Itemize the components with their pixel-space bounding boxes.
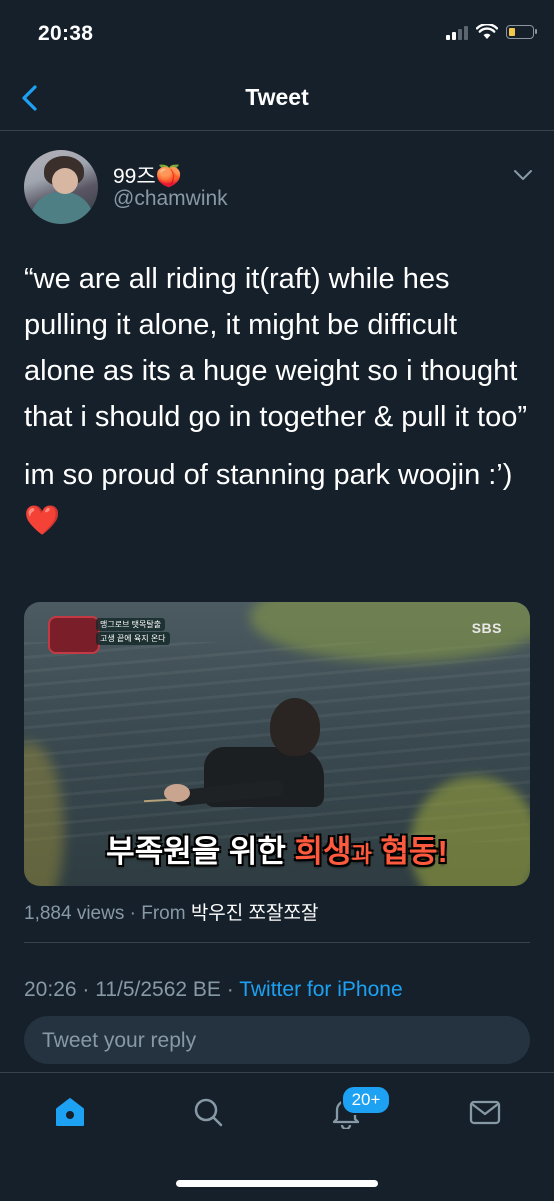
chevron-down-icon[interactable] bbox=[512, 168, 534, 182]
navigation-bar: Tweet bbox=[0, 68, 554, 131]
heart-emoji: ❤️ bbox=[24, 505, 61, 537]
show-logo bbox=[48, 616, 100, 654]
tweet-media-image[interactable]: 맹그로브 탯목탈출 고생 끝에 육지 온다 SBS 부족원을 위한 희생과 협동… bbox=[24, 602, 530, 886]
search-icon[interactable] bbox=[191, 1095, 225, 1129]
author-display-name[interactable]: 99즈🍑 bbox=[113, 160, 182, 190]
show-tag-subtitle: 고생 끝에 육지 온다 bbox=[96, 632, 170, 645]
avatar[interactable] bbox=[24, 150, 98, 224]
channel-watermark: SBS bbox=[471, 620, 502, 636]
client-link[interactable]: Twitter for iPhone bbox=[239, 978, 402, 1001]
divider bbox=[24, 942, 530, 943]
status-bar: 20:38 bbox=[0, 0, 554, 68]
tweet-text: “we are all riding it(raft) while hes pu… bbox=[24, 256, 534, 556]
show-tag: 맹그로브 탯목탈출 bbox=[96, 618, 166, 631]
signal-icon bbox=[446, 24, 468, 40]
author-handle[interactable]: @chamwink bbox=[113, 187, 228, 211]
status-time: 20:38 bbox=[38, 22, 94, 45]
home-indicator bbox=[176, 1180, 378, 1187]
page-title: Tweet bbox=[245, 84, 309, 110]
battery-icon bbox=[506, 25, 537, 39]
mail-icon[interactable] bbox=[468, 1095, 502, 1129]
notification-badge: 20+ bbox=[341, 1085, 391, 1115]
status-icons bbox=[446, 24, 537, 40]
tweet-timestamp: 20:26 · 11/5/2562 BE · bbox=[24, 978, 240, 1001]
tweet-meta: 20:26 · 11/5/2562 BE · Twitter for iPhon… bbox=[24, 978, 403, 1002]
tweet-paragraph-text: im so proud of stanning park woojin :’) bbox=[24, 459, 513, 491]
reply-input[interactable]: Tweet your reply bbox=[24, 1016, 530, 1064]
source-link[interactable]: 박우진 쪼잘쪼잘 bbox=[191, 903, 319, 924]
reply-placeholder: Tweet your reply bbox=[42, 1029, 197, 1052]
wifi-icon bbox=[476, 24, 498, 39]
view-count: 1,884 views · From 박우진 쪼잘쪼잘 bbox=[24, 903, 319, 924]
home-icon[interactable] bbox=[53, 1095, 87, 1129]
tweet-paragraph: “we are all riding it(raft) while hes pu… bbox=[24, 263, 527, 433]
video-caption: 부족원을 위한 희생과 협동! bbox=[106, 834, 448, 869]
tweet-paragraph: im so proud of stanning park woojin :’) ❤… bbox=[24, 452, 534, 544]
